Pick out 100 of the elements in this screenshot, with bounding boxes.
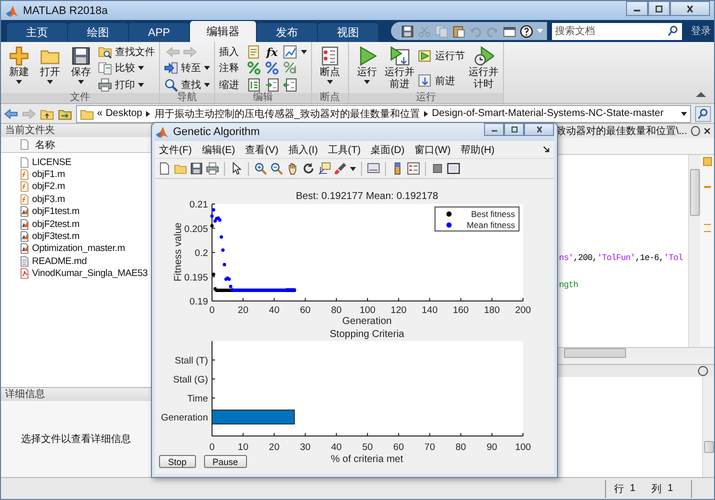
percent-icon[interactable] [265, 61, 279, 76]
brush-icon[interactable] [334, 162, 347, 176]
figure-button[interactable]: Stop [159, 455, 196, 468]
tick-label: 200 [515, 305, 531, 316]
frame-icon[interactable] [447, 162, 460, 176]
new-document-icon[interactable] [158, 162, 171, 176]
search-field[interactable]: 搜索文档 [552, 22, 682, 40]
file-name[interactable]: objF2.m [32, 181, 65, 192]
maximize-button[interactable] [648, 1, 670, 16]
menu-item[interactable]: 查看(V) [245, 142, 278, 157]
ribbon-button[interactable]: 断点 [316, 44, 344, 93]
printer-icon[interactable] [206, 162, 219, 176]
ribbon-button[interactable]: 插入 [219, 45, 243, 60]
ribbon-button[interactable]: 新建 [5, 44, 33, 93]
collapse-icon[interactable] [696, 92, 706, 97]
path-segment[interactable]: Desktop [106, 108, 142, 119]
caret-icon[interactable] [301, 50, 307, 54]
dock-arrow-icon[interactable] [543, 146, 550, 154]
tick-label: 20 [238, 305, 248, 316]
ribbon-button[interactable]: 查找文件 [98, 45, 155, 60]
menu-item[interactable]: 编辑(E) [202, 142, 236, 157]
square-icon[interactable] [431, 162, 444, 176]
file-name[interactable]: README.md [32, 256, 87, 267]
menu-item[interactable]: 帮助(H) [460, 142, 495, 157]
menu-item[interactable]: 插入(I) [288, 142, 318, 157]
file-name[interactable]: VinodKumar_Singla_MAE53 [32, 268, 148, 280]
ribbon-button[interactable]: 前进 [418, 74, 465, 88]
login-link[interactable]: 登录 [691, 24, 711, 38]
ribbon-tab[interactable]: 发布 [257, 23, 317, 42]
hand-icon[interactable] [286, 162, 299, 176]
ribbon-button[interactable]: 运行并计时 [468, 44, 499, 93]
maximize-button[interactable] [504, 123, 524, 136]
ribbon-button[interactable]: 打开 [36, 44, 64, 93]
scrollbar[interactable] [688, 155, 700, 347]
close-icon[interactable] [704, 127, 710, 135]
ribbon-button[interactable]: 运行节 [418, 49, 465, 64]
menu-item[interactable]: 窗口(W) [414, 142, 451, 157]
data-cursor-icon[interactable] [318, 162, 331, 176]
ribbon-tab[interactable]: 视图 [318, 23, 378, 42]
peak-icon [155, 125, 169, 139]
path-segment[interactable]: 用于振动主动控制的压电传感器_致动器对的最佳数量和位置 [154, 106, 420, 120]
document-icon[interactable] [247, 45, 261, 60]
indent-icon[interactable] [283, 78, 297, 92]
ribbon-button[interactable]: 缩进 [219, 78, 243, 92]
linked-plot-icon[interactable] [367, 162, 380, 176]
ribbon-tab[interactable]: 绘图 [68, 23, 128, 42]
ribbon-button[interactable]: 保存 [67, 44, 95, 93]
help-icon[interactable] [520, 24, 533, 38]
ribbon-tab[interactable]: 主页 [7, 23, 67, 42]
legend-icon[interactable] [407, 162, 420, 176]
zoom-in-icon[interactable] [254, 162, 267, 176]
ribbon-button[interactable]: 查找 [164, 78, 210, 92]
window-icon[interactable] [503, 24, 516, 38]
close-button[interactable] [670, 1, 710, 16]
tick-label: 80 [456, 442, 466, 453]
file-name[interactable]: objF2test.m [32, 218, 80, 230]
ribbon-button[interactable]: 注释 [219, 61, 243, 76]
panel-menu-icon[interactable] [691, 126, 700, 136]
menu-item[interactable]: 文件(F) [159, 142, 192, 157]
ribbon-button[interactable]: 运行并前进 [384, 44, 415, 93]
path-segment[interactable]: Design-of-Smart-Material-Systems-NC-State-master [432, 108, 664, 119]
ribbon-button[interactable]: 转至 [164, 61, 210, 76]
ribbon-button[interactable]: 打印 [98, 78, 155, 92]
chart-title: Best: 0.192177 Mean: 0.192178 [296, 191, 438, 202]
file-name[interactable]: objF1test.m [32, 206, 80, 218]
ribbon-tab[interactable]: APP [129, 23, 189, 42]
separator-icon[interactable] [146, 110, 150, 116]
file-name[interactable]: objF3test.m [32, 231, 80, 242]
column-header[interactable]: 名称 [1, 137, 151, 153]
minimize-button[interactable] [626, 1, 648, 16]
ribbon-button[interactable]: 比较 [98, 61, 155, 76]
indent-icon[interactable] [247, 78, 261, 92]
figure-button[interactable]: Pause [204, 455, 248, 468]
separator-icon[interactable] [424, 110, 428, 116]
rotate-icon[interactable] [302, 162, 315, 176]
path-field[interactable]: « Desktop 用于振动主动控制的压电传感器_致动器对的最佳数量和位置 Design-of-Smart-Material-Systems-NC-State-master [76, 104, 691, 122]
search-button[interactable] [695, 106, 711, 122]
insert-function-button[interactable]: fx [265, 46, 279, 59]
menu-item[interactable]: 工具(T) [328, 142, 361, 157]
back-icon[interactable] [4, 106, 18, 120]
file-name[interactable]: LICENSE [32, 156, 72, 168]
menu-item[interactable]: 桌面(D) [370, 142, 405, 157]
close-button[interactable] [524, 123, 554, 136]
pointer-icon[interactable] [230, 162, 243, 176]
file-name[interactable]: objF1.m [32, 169, 65, 180]
clipboard-icon[interactable] [452, 24, 465, 38]
caret-icon[interactable] [350, 166, 356, 171]
breakpoint-list-icon [320, 46, 340, 66]
scrollbar[interactable] [702, 377, 714, 477]
chart-icon[interactable] [283, 45, 297, 60]
ribbon-button[interactable]: 运行 [353, 44, 381, 93]
zoom-out-icon[interactable] [270, 162, 283, 176]
axis-label: % of criteria met [330, 454, 404, 465]
caret-icon[interactable] [681, 112, 687, 116]
indent-icon[interactable] [265, 78, 279, 92]
path-overflow[interactable]: « [97, 108, 103, 119]
ribbon-tab[interactable]: 编辑器 [190, 21, 256, 42]
file-name[interactable]: Optimization_master.m [32, 243, 125, 254]
panel-menu-icon[interactable] [698, 366, 708, 376]
file-name[interactable]: objF3.m [32, 194, 65, 205]
